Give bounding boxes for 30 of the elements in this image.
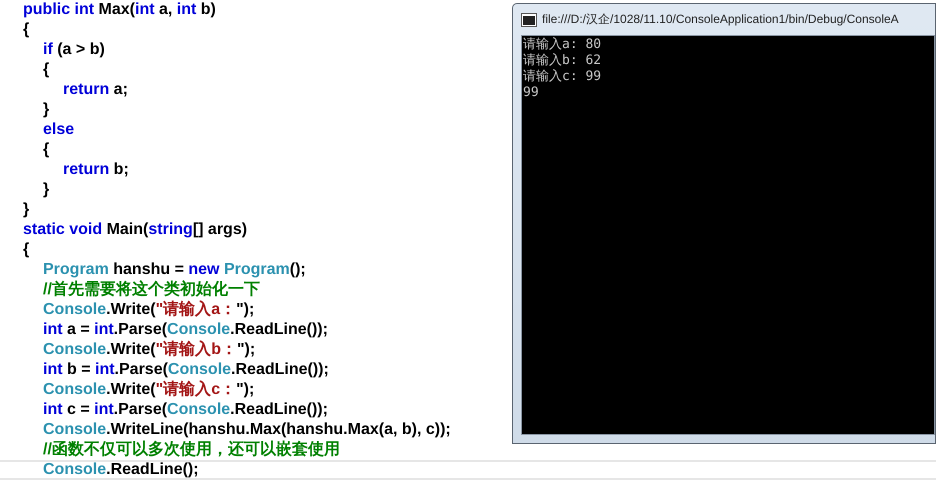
code-line: { <box>43 61 50 78</box>
code-line: } <box>43 101 50 118</box>
code-line: static void Main(string[] args) <box>23 221 248 238</box>
code-line: Console.Write("请输入b："); <box>43 341 256 358</box>
code-line: //函数不仅可以多次使用，还可以嵌套使用 <box>43 441 340 458</box>
code-line: if (a > b) <box>43 41 105 58</box>
code-line: Program hanshu = new Program(); <box>43 261 306 278</box>
console-icon <box>521 12 537 26</box>
code-line: { <box>23 241 30 258</box>
console-line: 99 <box>523 85 539 101</box>
console-line: 请输入a: 80 <box>523 37 602 53</box>
code-line: Console.Write("请输入a："); <box>43 301 254 318</box>
code-line: else <box>43 121 74 138</box>
code-line: } <box>43 181 50 198</box>
code-line: return b; <box>63 161 129 178</box>
code-line: { <box>43 141 50 158</box>
code-line: int a = int.Parse(Console.ReadLine()); <box>43 321 328 338</box>
code-line: { <box>23 21 30 38</box>
console-line: 请输入c: 99 <box>523 69 602 85</box>
code-line: int b = int.Parse(Console.ReadLine()); <box>43 361 329 378</box>
code-line: Console.WriteLine(hanshu.Max(hanshu.Max(a, b), c)); <box>43 421 451 438</box>
window-title: file:///D:/汉企/1028/11.10/ConsoleApplication1/bin/Debug/ConsoleA <box>542 11 899 28</box>
code-line: //首先需要将这个类初始化一下 <box>43 281 260 298</box>
code-line: Console.ReadLine(); <box>43 461 199 478</box>
code-line: return a; <box>63 81 128 98</box>
code-line: Console.Write("请输入c："); <box>43 381 254 398</box>
console-line: 请输入b: 62 <box>523 53 602 69</box>
code-line: int c = int.Parse(Console.ReadLine()); <box>43 401 328 418</box>
code-line: public int Max(int a, int b) <box>23 1 216 18</box>
code-line: } <box>23 201 30 218</box>
